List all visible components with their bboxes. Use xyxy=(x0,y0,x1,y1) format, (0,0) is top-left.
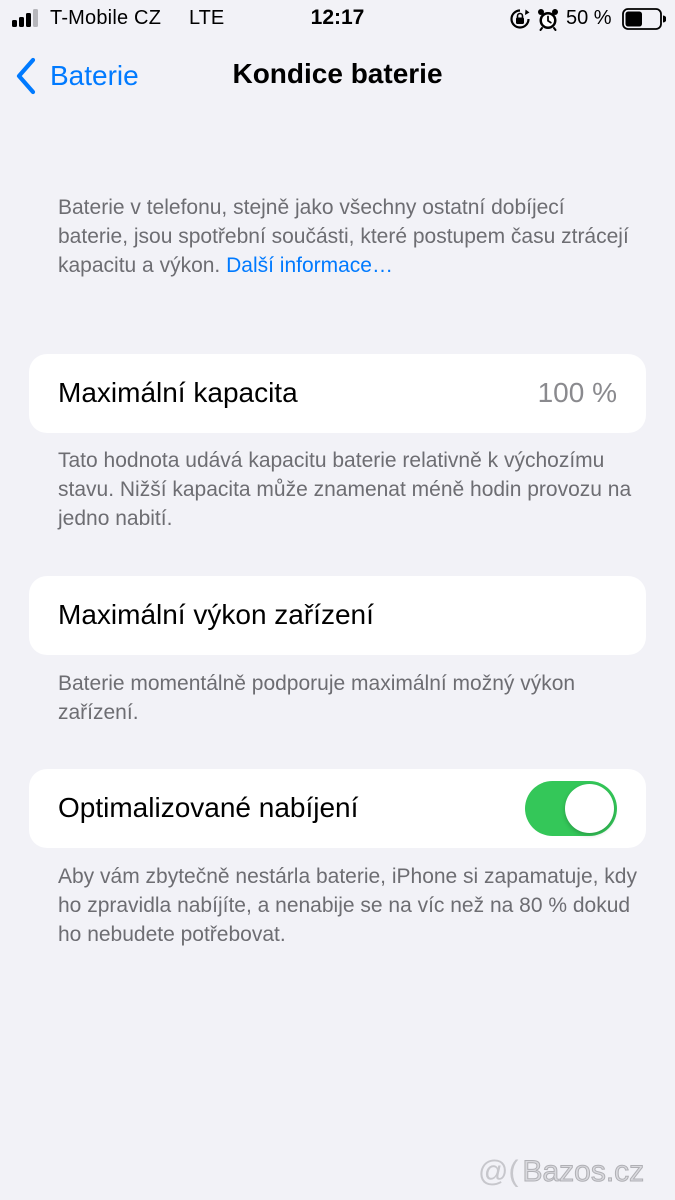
alarm-icon xyxy=(538,9,558,31)
page-title: Kondice baterie xyxy=(232,58,443,89)
navigation-bar: Baterie Kondice baterie xyxy=(0,40,675,112)
more-info-link[interactable]: Další informace… xyxy=(226,254,393,277)
max-capacity-value: 100 % xyxy=(537,377,617,408)
max-capacity-footer: Tato hodnota udává kapacitu baterie rela… xyxy=(58,449,632,530)
status-bar: T-Mobile CZ LTE 12:17 50 % xyxy=(0,0,675,38)
max-capacity-label: Maximální kapacita xyxy=(58,377,298,408)
peak-performance-row: Maximální výkon zařízení xyxy=(29,576,646,655)
max-capacity-row: Maximální kapacita 100 % xyxy=(29,354,646,433)
optimized-charging-row: Optimalizované nabíjení xyxy=(29,769,646,848)
optimized-charging-label: Optimalizované nabíjení xyxy=(58,792,359,823)
battery-percent: 50 % xyxy=(566,7,612,29)
intro-text: Baterie v telefonu, stejně jako všechny … xyxy=(58,193,638,280)
rotation-lock-icon xyxy=(510,9,530,29)
peak-performance-label: Maximální výkon zařízení xyxy=(58,599,374,630)
watermark-text: Bazos.cz xyxy=(522,1155,645,1189)
optimized-charging-toggle[interactable] xyxy=(525,781,617,836)
battery-icon xyxy=(622,8,666,30)
peak-performance-footer: Baterie momentálně podporuje maximální m… xyxy=(58,672,576,724)
watermark-logo-icon: @( xyxy=(478,1155,519,1188)
optimized-charging-footer: Aby vám zbytečně nestárla baterie, iPhon… xyxy=(58,865,637,946)
bazos-watermark: @( Bazos.cz xyxy=(478,1152,668,1192)
toggle-knob xyxy=(565,784,614,833)
